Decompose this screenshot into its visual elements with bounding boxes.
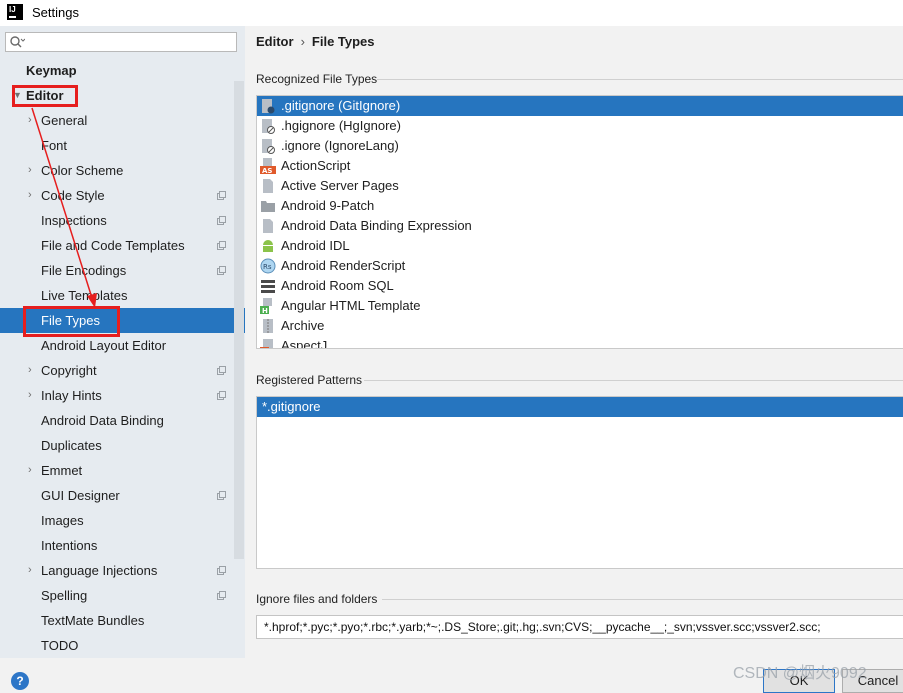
annotation-arrow xyxy=(31,107,97,308)
